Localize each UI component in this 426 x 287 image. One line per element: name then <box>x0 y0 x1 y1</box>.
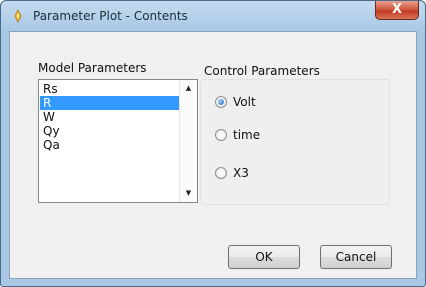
close-button[interactable]: X <box>375 1 419 20</box>
scroll-up-icon[interactable]: ▲ <box>180 80 197 97</box>
radio-time-label: time <box>233 128 261 142</box>
listbox-scrollbar[interactable]: ▲ ▼ <box>179 80 197 202</box>
app-icon <box>11 9 25 23</box>
list-item-r[interactable]: R <box>40 96 180 110</box>
close-icon: X <box>391 2 403 17</box>
window-title: Parameter Plot - Contents <box>33 9 188 23</box>
cancel-button[interactable]: Cancel <box>320 245 392 269</box>
list-item-qy[interactable]: Qy <box>40 124 180 138</box>
list-item-w[interactable]: W <box>40 110 180 124</box>
model-parameters-listbox[interactable]: Rs R W Qy Qa ▲ ▼ <box>38 79 198 203</box>
ok-button[interactable]: OK <box>228 245 300 269</box>
title-bar[interactable]: Parameter Plot - Contents X <box>1 1 425 31</box>
radio-volt-label: Volt <box>233 95 256 109</box>
list-item-qa[interactable]: Qa <box>40 138 180 152</box>
radio-checked-icon[interactable] <box>215 96 227 108</box>
dialog-client-area: Model Parameters Rs R W Qy Qa ▲ ▼ Contro… <box>9 31 417 279</box>
list-item-rs[interactable]: Rs <box>40 82 180 96</box>
scroll-down-icon[interactable]: ▼ <box>180 185 197 202</box>
radio-unchecked-icon[interactable] <box>215 129 227 141</box>
control-parameters-label: Control Parameters <box>204 64 320 78</box>
radio-unchecked-icon[interactable] <box>215 167 227 179</box>
radio-x3-label: X3 <box>233 166 249 180</box>
model-parameters-label: Model Parameters <box>38 61 147 75</box>
dialog-window: Parameter Plot - Contents X Model Parame… <box>0 0 426 287</box>
control-parameters-group: Volt time X3 <box>200 79 390 205</box>
